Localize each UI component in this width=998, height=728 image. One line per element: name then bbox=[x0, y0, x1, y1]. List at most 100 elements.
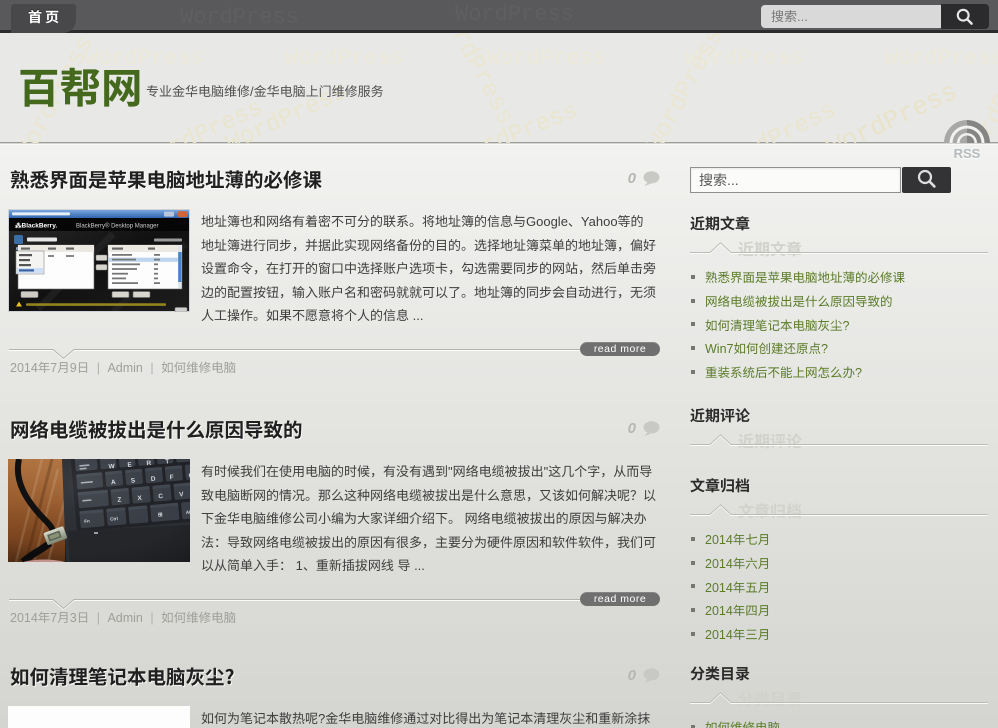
bullet-icon bbox=[691, 632, 695, 636]
wordpress-watermark-word: WordPress bbox=[452, 98, 582, 143]
comment-count: 0 bbox=[628, 421, 636, 436]
wordpress-watermark-word: WordPress bbox=[431, 33, 520, 130]
wordpress-watermark-word: WordPress bbox=[180, 5, 299, 30]
widget-divider bbox=[690, 692, 988, 705]
post-title[interactable]: 如何清理笔记本电脑灰尘? bbox=[10, 665, 235, 687]
widget-recent-posts: 近期文章 近期文章 熟悉界面是苹果电脑地址薄的必修课 网络电缆被拔出是什么原因导… bbox=[690, 216, 988, 232]
widget-divider bbox=[690, 242, 988, 255]
post-category[interactable]: 如何维修电脑 bbox=[161, 611, 236, 625]
read-more-button[interactable]: read more bbox=[580, 592, 660, 606]
svg-text:⁂BlackBerry.: ⁂BlackBerry. bbox=[15, 221, 57, 230]
bullet-icon bbox=[691, 275, 695, 279]
nav-home-label: 首页 bbox=[28, 9, 62, 25]
meta-separator: | bbox=[150, 611, 153, 625]
comment-count: 0 bbox=[628, 171, 636, 186]
sidebar-search-input[interactable] bbox=[690, 167, 901, 193]
bullet-icon bbox=[691, 561, 695, 565]
magnifier-icon bbox=[955, 7, 975, 27]
archive-link[interactable]: 2014年五月 bbox=[705, 577, 770, 596]
wordpress-watermark-word: WordPress bbox=[285, 46, 404, 71]
site-title[interactable]: 百帮网 bbox=[18, 65, 143, 107]
widget-title: 文章归档 bbox=[690, 478, 988, 494]
list-item: Win7如何创建还原点? bbox=[690, 336, 988, 360]
post-author[interactable]: Admin bbox=[107, 611, 142, 625]
wordpress-watermark-word: WordPress bbox=[685, 46, 804, 71]
list-item: 如何清理笔记本电脑灰尘? bbox=[690, 312, 988, 336]
archive-link[interactable]: 2014年七月 bbox=[705, 529, 770, 548]
rss-label[interactable]: RSS bbox=[944, 146, 990, 161]
magnifier-icon bbox=[916, 168, 938, 190]
read-more-button[interactable]: read more bbox=[580, 342, 660, 356]
bullet-icon bbox=[691, 584, 695, 588]
widget-divider bbox=[690, 434, 988, 447]
archive-link[interactable]: 2014年六月 bbox=[705, 553, 770, 572]
post-excerpt: 有时候我们在使用电脑的时候，有没有遇到"网络电缆被拔出"这几个字，从而导致电脑断… bbox=[201, 460, 656, 578]
post-thumbnail[interactable] bbox=[8, 706, 190, 728]
post-title[interactable]: 网络电缆被拔出是什么原因导致的 bbox=[10, 418, 303, 440]
bullet-icon bbox=[691, 346, 695, 350]
post-category[interactable]: 如何维修电脑 bbox=[161, 361, 236, 375]
post-meta: 2014年7月9日 | Admin | 如何维修电脑 bbox=[10, 357, 236, 376]
svg-text:BlackBerry® Desktop Manager: BlackBerry® Desktop Manager bbox=[76, 223, 158, 230]
sidebar-search-button[interactable] bbox=[902, 167, 951, 193]
comment-count: 0 bbox=[628, 668, 636, 683]
list-item: 网络电缆被拔出是什么原因导致的 bbox=[690, 289, 988, 313]
site-tagline: 专业金华电脑维修/金华电脑上门维修服务 bbox=[146, 81, 384, 100]
meta-separator: | bbox=[97, 611, 100, 625]
post-comments-link[interactable]: 0 bbox=[628, 171, 660, 187]
wordpress-watermark-word: WordPress bbox=[885, 46, 998, 71]
post-meta: 2014年7月3日 | Admin | 如何维修电脑 bbox=[10, 607, 236, 626]
post-author[interactable]: Admin bbox=[107, 361, 142, 375]
topbar-search-input[interactable] bbox=[761, 5, 941, 28]
list-item: 熟悉界面是苹果电脑地址薄的必修课 bbox=[690, 265, 988, 289]
recent-post-link[interactable]: 网络电缆被拔出是什么原因导致的 bbox=[705, 291, 893, 310]
content-area: 熟悉界面是苹果电脑地址薄的必修课 0 bbox=[0, 144, 998, 728]
post-article: 网络电缆被拔出是什么原因导致的 0 bbox=[10, 418, 660, 442]
nav-home-tab[interactable]: 首页 bbox=[11, 4, 76, 33]
comment-bubble-icon bbox=[643, 171, 660, 187]
bullet-icon bbox=[691, 322, 695, 326]
rss-icon[interactable] bbox=[944, 120, 990, 143]
site-header: WordPress WordPress WordPress WordPress … bbox=[0, 33, 998, 143]
wordpress-watermark-word: WordPress bbox=[138, 95, 267, 143]
post-comments-link[interactable]: 0 bbox=[628, 668, 660, 684]
list-item: 重装系统后不能上网怎么办? bbox=[690, 360, 988, 384]
archive-link[interactable]: 2014年三月 bbox=[705, 624, 770, 643]
wordpress-watermark-word: WordPress bbox=[822, 77, 962, 143]
recent-post-link[interactable]: 重装系统后不能上网怎么办? bbox=[705, 362, 862, 381]
wordpress-watermark-word: WordPress bbox=[713, 97, 841, 143]
post-excerpt: 地址簿也和网络有着密不可分的联系。将地址簿的信息与Google、Yahoo等的地… bbox=[201, 210, 656, 328]
list-item: 2014年六月 bbox=[690, 551, 988, 575]
post-excerpt: 如何为笔记本散热呢?金华电脑维修通过对比得出为笔记本清理灰尘和重新涂抹 bbox=[201, 707, 656, 728]
main-column: 熟悉界面是苹果电脑地址薄的必修课 0 bbox=[10, 145, 660, 728]
post-title[interactable]: 熟悉界面是苹果电脑地址薄的必修课 bbox=[10, 168, 322, 190]
category-link[interactable]: 如何维修电脑 bbox=[705, 717, 780, 728]
post-thumbnail[interactable]: WERT ASDFG ZXCV FnCtrl⊞Alt bbox=[8, 459, 190, 562]
recent-post-link[interactable]: 如何清理笔记本电脑灰尘? bbox=[705, 315, 849, 334]
blackberry-desktop-manager-screenshot: ⁂BlackBerry. BlackBerry® Desktop Manager bbox=[8, 209, 190, 312]
bullet-icon bbox=[691, 537, 695, 541]
list-item: 2014年五月 bbox=[690, 574, 988, 598]
topbar: WordPress WordPress 首页 bbox=[0, 0, 998, 33]
recent-post-link[interactable]: Win7如何创建还原点? bbox=[705, 338, 828, 357]
post-thumbnail[interactable]: ⁂BlackBerry. BlackBerry® Desktop Manager bbox=[8, 209, 190, 312]
list-item: 2014年四月 bbox=[690, 598, 988, 622]
post-article: 熟悉界面是苹果电脑地址薄的必修课 0 bbox=[10, 168, 660, 192]
comment-bubble-icon bbox=[643, 668, 660, 684]
sidebar-search-form bbox=[690, 167, 951, 193]
wordpress-watermark-word: WordPress bbox=[455, 2, 574, 27]
recent-post-link[interactable]: 熟悉界面是苹果电脑地址薄的必修课 bbox=[705, 267, 905, 286]
post-article: 如何清理笔记本电脑灰尘? 0 如何为笔记本散热呢?金华电脑维修通过对比得出为笔记… bbox=[10, 665, 660, 689]
wordpress-watermark-word: WordPress bbox=[641, 33, 730, 143]
post-date: 2014年7月9日 bbox=[10, 361, 89, 375]
topbar-search-button[interactable] bbox=[941, 4, 989, 29]
list-item: 2014年三月 bbox=[690, 622, 988, 646]
list-item: 2014年七月 bbox=[690, 527, 988, 551]
widget-divider bbox=[690, 504, 988, 517]
archive-link[interactable]: 2014年四月 bbox=[705, 600, 770, 619]
post-comments-link[interactable]: 0 bbox=[628, 421, 660, 437]
bullet-icon bbox=[691, 299, 695, 303]
widget-categories: 分类目录 分类目录 如何维修电脑 bbox=[690, 666, 988, 682]
widget-archives: 文章归档 文章归档 2014年七月 2014年六月 2014年五月 2014年四… bbox=[690, 478, 988, 494]
laptop-keyboard-photo: WERT ASDFG ZXCV FnCtrl⊞Alt bbox=[8, 459, 190, 562]
